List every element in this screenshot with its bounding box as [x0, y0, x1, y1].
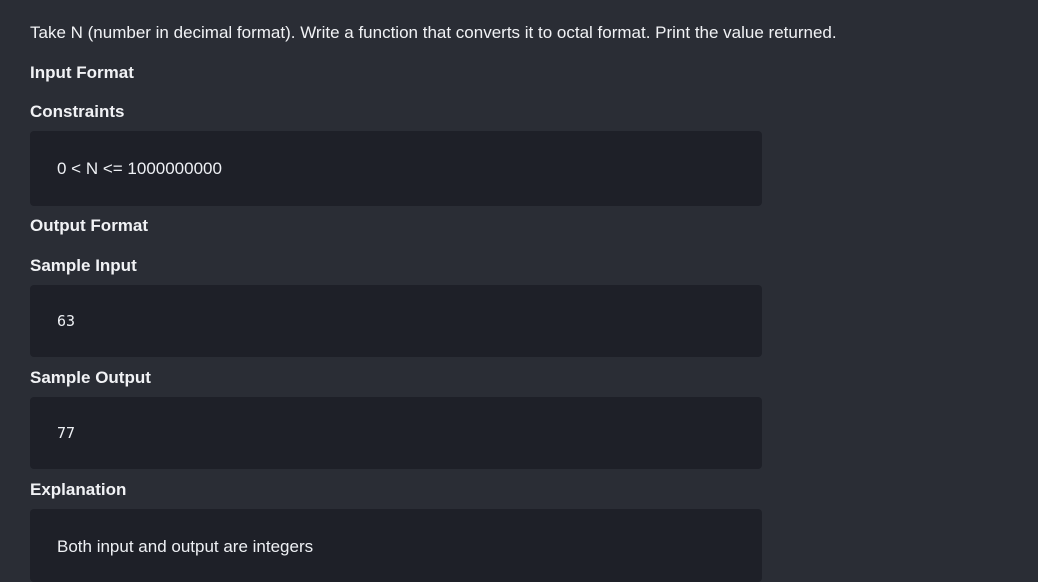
sample-output-text: 77	[57, 424, 76, 442]
explanation-text: Both input and output are integers	[57, 537, 314, 556]
explanation-heading: Explanation	[30, 480, 127, 499]
sample-output-heading: Sample Output	[30, 368, 151, 387]
input-format-heading: Input Format	[30, 63, 134, 82]
output-format-heading: Output Format	[30, 216, 149, 235]
sample-input-text: 63	[57, 312, 76, 330]
constraints-heading: Constraints	[30, 102, 125, 121]
sample-input-heading: Sample Input	[30, 256, 137, 275]
explanation-box: Both input and output are integers	[30, 509, 762, 582]
problem-statement: Take N (number in decimal format). Write…	[30, 23, 837, 42]
sample-input-box: 63	[30, 285, 762, 357]
constraints-text: 0 < N <= 1000000000	[57, 159, 222, 178]
constraints-box: 0 < N <= 1000000000	[30, 131, 762, 206]
sample-output-box: 77	[30, 397, 762, 469]
